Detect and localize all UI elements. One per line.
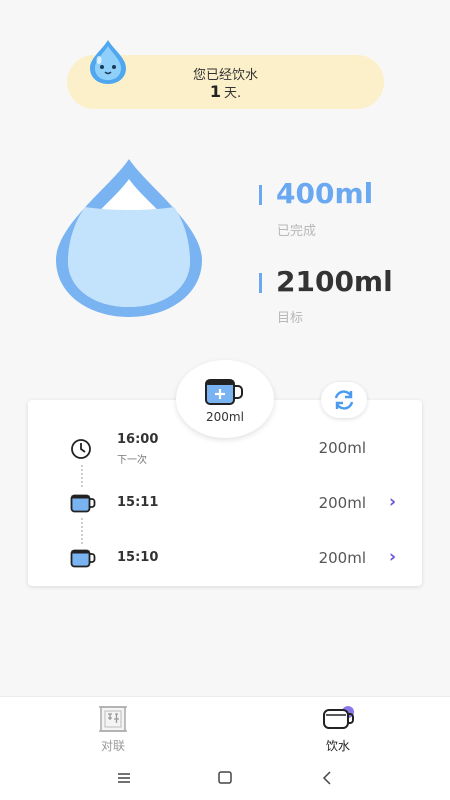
water-cup-icon xyxy=(323,706,354,729)
tab-label: 饮水 xyxy=(325,739,350,753)
record-time: 16:00 xyxy=(117,432,159,447)
list-item-record[interactable]: 15:11 200ml › xyxy=(28,483,422,523)
completed-indicator-bar xyxy=(259,185,262,205)
water-drop-mascot-icon xyxy=(90,40,126,84)
couplet-icon xyxy=(99,706,127,732)
completed-value: 400ml xyxy=(276,177,374,210)
streak-days: 1 天. xyxy=(67,82,384,101)
add-drink-amount: 200ml xyxy=(206,410,244,424)
completed-label: 已完成 xyxy=(277,224,317,239)
drink-water-screen: 您已经饮水 1 天. 400ml 已完成 2100ml 目标 200ml 16:… xyxy=(0,0,450,800)
bottom-tab-bar: 对联 饮水 xyxy=(0,696,450,756)
record-sub-label: 下一次 xyxy=(117,455,147,466)
cup-icon xyxy=(70,494,96,513)
cup-icon xyxy=(70,549,96,568)
water-progress-drop-icon xyxy=(56,159,202,317)
back-icon[interactable] xyxy=(316,768,340,788)
record-time: 15:10 xyxy=(117,550,159,565)
system-navigation-bar xyxy=(0,756,450,800)
goal-indicator-bar xyxy=(259,273,262,293)
record-amount: 200ml xyxy=(318,439,366,457)
refresh-button[interactable] xyxy=(321,382,367,418)
clock-icon xyxy=(71,439,91,459)
streak-days-suffix: 天. xyxy=(224,86,242,101)
record-amount: 200ml xyxy=(318,494,366,512)
menu-icon[interactable] xyxy=(112,768,136,788)
tab-couplet[interactable]: 对联 xyxy=(73,697,153,757)
goal-value: 2100ml xyxy=(276,265,393,298)
goal-label: 目标 xyxy=(277,311,304,326)
list-item-next-reminder: 16:00 下一次 200ml xyxy=(28,430,422,470)
chevron-right-icon[interactable]: › xyxy=(389,547,396,567)
tab-label: 对联 xyxy=(100,739,125,753)
add-drink-button[interactable]: 200ml xyxy=(176,360,274,438)
home-icon[interactable] xyxy=(213,768,237,788)
streak-days-count: 1 xyxy=(209,82,221,101)
list-item-record[interactable]: 15:10 200ml › xyxy=(28,538,422,578)
refresh-icon xyxy=(334,390,354,410)
chevron-right-icon[interactable]: › xyxy=(389,492,396,512)
tab-water[interactable]: 饮水 xyxy=(298,697,378,757)
add-cup-icon xyxy=(205,379,243,405)
record-time: 15:11 xyxy=(117,495,159,510)
record-amount: 200ml xyxy=(318,549,366,567)
